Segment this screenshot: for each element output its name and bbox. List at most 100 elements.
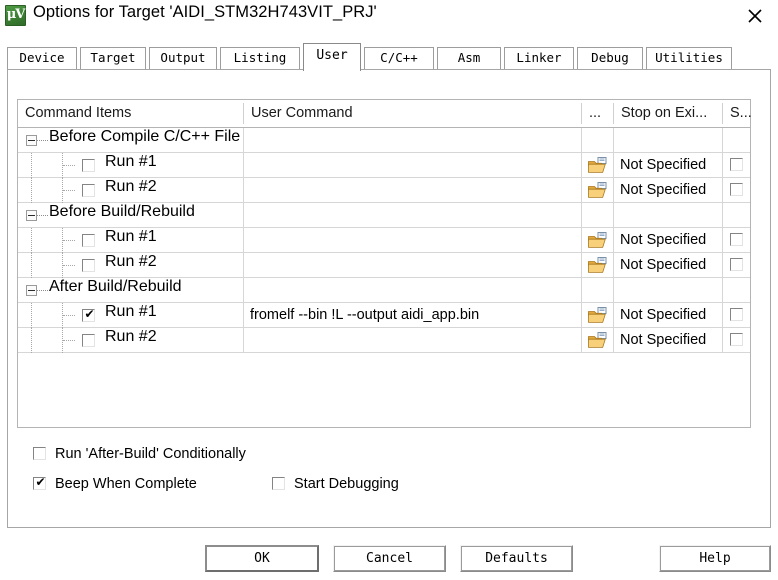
tab-device[interactable]: Device xyxy=(7,47,77,69)
cell-command-items[interactable]: Run #1 xyxy=(18,228,244,253)
grid-group-row[interactable]: After Build/Rebuild xyxy=(18,278,750,303)
grid-command-row[interactable]: Run #2 Not Specified xyxy=(18,253,750,278)
cell-s-flag[interactable] xyxy=(723,303,752,327)
cell-browse[interactable] xyxy=(582,178,614,202)
beep-when-complete-checkbox[interactable]: ✔ xyxy=(33,476,46,490)
cell-command-items[interactable]: Run #2 xyxy=(18,178,244,203)
grid-column-header-stop[interactable]: Stop on Exi... xyxy=(614,100,723,127)
cell-user-command[interactable] xyxy=(244,153,582,177)
cell-s-flag[interactable] xyxy=(723,228,752,252)
s-flag-checkbox[interactable] xyxy=(730,233,743,246)
cell-command-items[interactable]: Before Compile C/C++ File xyxy=(18,128,244,152)
cell-s-flag[interactable] xyxy=(723,178,752,202)
grid-group-row[interactable]: Before Build/Rebuild xyxy=(18,203,750,228)
cell-s-flag xyxy=(723,278,752,302)
cell-s-flag[interactable] xyxy=(723,253,752,277)
grid-group-row[interactable]: Before Compile C/C++ File xyxy=(18,128,750,153)
cell-user-command[interactable] xyxy=(244,328,582,352)
run-enable-checkbox[interactable]: ✔ xyxy=(82,308,95,322)
cell-stop-on-exit[interactable]: Not Specified xyxy=(614,303,723,327)
cell-command-items[interactable]: Run #1 xyxy=(18,153,244,178)
cell-command-items[interactable]: After Build/Rebuild xyxy=(18,278,244,302)
grid-column-header-label: Stop on Exi... xyxy=(621,105,708,121)
cell-user-command[interactable] xyxy=(244,253,582,277)
tree-connector xyxy=(37,140,48,142)
ok-button[interactable]: OK xyxy=(205,545,319,572)
cell-s-flag[interactable] xyxy=(723,153,752,177)
run-enable-checkbox[interactable] xyxy=(82,334,95,347)
close-icon[interactable] xyxy=(740,4,770,28)
grid-command-row[interactable]: Run #1 Not Specified xyxy=(18,153,750,178)
cell-browse[interactable] xyxy=(582,328,614,352)
grid-command-row[interactable]: Run #1 Not Specified xyxy=(18,228,750,253)
cell-command-items[interactable]: ✔ Run #1 xyxy=(18,303,244,328)
cell-stop-on-exit[interactable]: Not Specified xyxy=(614,328,723,352)
tree-connector xyxy=(63,315,75,317)
run-label: Run #2 xyxy=(105,178,157,195)
grid-command-row[interactable]: ✔ Run #1 fromelf --bin !L --output aidi_ap… xyxy=(18,303,750,328)
grid-column-header-browse[interactable]: ... xyxy=(582,100,614,127)
tab-output[interactable]: Output xyxy=(149,47,217,69)
run-enable-checkbox[interactable] xyxy=(82,184,95,197)
user-commands-grid[interactable]: Command Items User Command... Stop on Exi.… xyxy=(17,99,752,428)
tree-expander-collapse-icon[interactable] xyxy=(26,285,37,296)
s-flag-checkbox[interactable] xyxy=(730,158,743,171)
start-debugging-checkbox[interactable] xyxy=(272,477,285,490)
cell-command-items[interactable]: Run #2 xyxy=(18,328,244,353)
cell-stop-on-exit[interactable]: Not Specified xyxy=(614,153,723,177)
tree-connector xyxy=(31,328,33,353)
run-after-build-conditionally-checkbox[interactable] xyxy=(33,447,46,460)
tab-utilities[interactable]: Utilities xyxy=(646,47,732,69)
group-label: After Build/Rebuild xyxy=(49,278,182,295)
help-button[interactable]: Help xyxy=(659,545,771,572)
cell-browse xyxy=(582,128,614,152)
s-flag-checkbox[interactable] xyxy=(730,308,743,321)
run-enable-checkbox[interactable] xyxy=(82,234,95,247)
grid-command-row[interactable]: Run #2 Not Specified xyxy=(18,328,750,353)
tab-user[interactable]: User xyxy=(303,43,361,71)
tree-connector xyxy=(37,290,48,292)
browse-folder-icon[interactable] xyxy=(588,307,607,323)
browse-folder-icon[interactable] xyxy=(588,257,607,273)
run-enable-checkbox[interactable] xyxy=(82,159,95,172)
browse-folder-icon[interactable] xyxy=(588,182,607,198)
tab-c-c[interactable]: C/C++ xyxy=(364,47,434,69)
grid-column-header-command[interactable]: User Command xyxy=(244,100,582,127)
cell-stop-on-exit[interactable]: Not Specified xyxy=(614,253,723,277)
cell-stop-on-exit[interactable]: Not Specified xyxy=(614,178,723,202)
run-label: Run #2 xyxy=(105,253,157,270)
cell-browse[interactable] xyxy=(582,303,614,327)
tree-expander-collapse-icon[interactable] xyxy=(26,210,37,221)
defaults-button[interactable]: Defaults xyxy=(460,545,573,572)
uvision-icon-glyph: μV xyxy=(6,7,26,22)
tab-target[interactable]: Target xyxy=(80,47,146,69)
grid-column-header-items[interactable]: Command Items xyxy=(18,100,244,127)
cell-user-command[interactable]: fromelf --bin !L --output aidi_app.bin xyxy=(244,303,582,327)
browse-folder-icon[interactable] xyxy=(588,157,607,173)
grid-command-row[interactable]: Run #2 Not Specified xyxy=(18,178,750,203)
cell-user-command[interactable] xyxy=(244,228,582,252)
tab-listing[interactable]: Listing xyxy=(220,47,300,69)
cancel-button[interactable]: Cancel xyxy=(333,545,446,572)
cell-browse[interactable] xyxy=(582,153,614,177)
s-flag-checkbox[interactable] xyxy=(730,333,743,346)
cell-command-items[interactable]: Before Build/Rebuild xyxy=(18,203,244,227)
browse-folder-icon[interactable] xyxy=(588,332,607,348)
cell-browse[interactable] xyxy=(582,228,614,252)
run-enable-checkbox[interactable] xyxy=(82,259,95,272)
group-label: Before Build/Rebuild xyxy=(49,203,195,220)
cell-command-items[interactable]: Run #2 xyxy=(18,253,244,278)
grid-column-header-s[interactable]: S... xyxy=(723,100,752,127)
browse-folder-icon[interactable] xyxy=(588,232,607,248)
tab-linker[interactable]: Linker xyxy=(504,47,574,69)
cell-browse xyxy=(582,278,614,302)
cell-browse[interactable] xyxy=(582,253,614,277)
cell-user-command[interactable] xyxy=(244,178,582,202)
cell-s-flag[interactable] xyxy=(723,328,752,352)
cell-stop-on-exit[interactable]: Not Specified xyxy=(614,228,723,252)
tree-expander-collapse-icon[interactable] xyxy=(26,135,37,146)
tab-debug[interactable]: Debug xyxy=(577,47,643,69)
s-flag-checkbox[interactable] xyxy=(730,258,743,271)
s-flag-checkbox[interactable] xyxy=(730,183,743,196)
tab-asm[interactable]: Asm xyxy=(437,47,501,69)
